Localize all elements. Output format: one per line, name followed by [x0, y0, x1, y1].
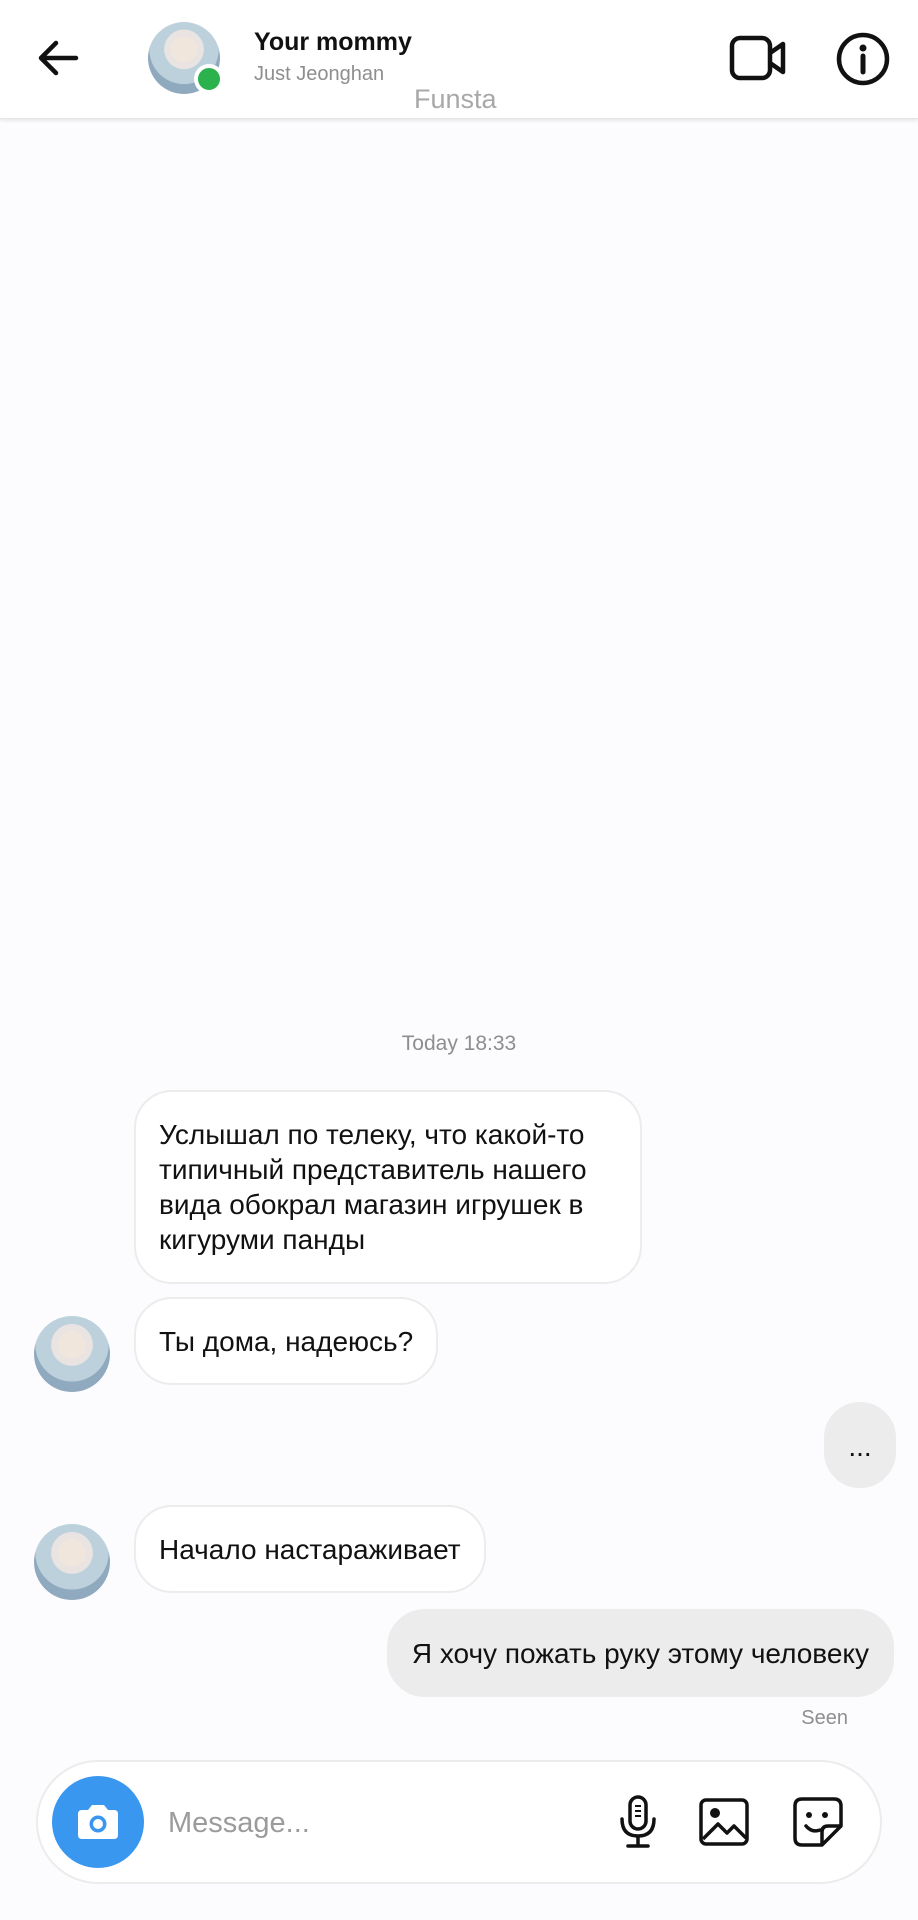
info-icon [836, 32, 890, 86]
chat-timestamp: Today 18:33 [401, 1032, 517, 1055]
funsta-label: Funsta [414, 84, 497, 114]
message-bubble-outgoing[interactable]: ... [824, 1402, 896, 1488]
video-call-button[interactable] [722, 22, 794, 94]
microphone-icon [620, 1795, 656, 1848]
message-bubble-incoming[interactable]: Услышал по телеку, что какой-то типичный… [134, 1090, 642, 1284]
online-status-dot [194, 64, 224, 94]
contact-subtitle: Just Jeonghan [254, 63, 385, 85]
seen-status: Seen [801, 1707, 848, 1729]
arrow-left-icon [38, 40, 79, 76]
sender-avatar[interactable] [34, 1316, 110, 1392]
contact-name[interactable]: Your mommy [254, 28, 412, 57]
back-button[interactable] [30, 30, 86, 86]
sticker-button[interactable] [786, 1790, 850, 1854]
message-bubble-incoming[interactable]: Начало настараживает [134, 1505, 486, 1593]
message-bubble-incoming[interactable]: Ты дома, надеюсь? [134, 1297, 439, 1385]
voice-message-button[interactable] [606, 1790, 670, 1854]
camera-button[interactable] [52, 1776, 144, 1868]
sender-avatar[interactable] [34, 1524, 110, 1600]
camera-icon [78, 1805, 118, 1839]
chat-header: Your mommy Just Jeonghan Funsta [0, 0, 918, 119]
message-bubble-outgoing[interactable]: Я хочу пожать руку этому человеку [386, 1609, 894, 1697]
info-button[interactable] [828, 24, 898, 94]
image-icon [699, 1798, 749, 1846]
sticker-icon [793, 1797, 843, 1847]
gallery-button[interactable] [692, 1790, 756, 1854]
message-input[interactable] [166, 1792, 610, 1854]
message-composer [36, 1760, 882, 1884]
contact-avatar[interactable] [148, 22, 224, 94]
video-camera-icon [729, 35, 786, 81]
